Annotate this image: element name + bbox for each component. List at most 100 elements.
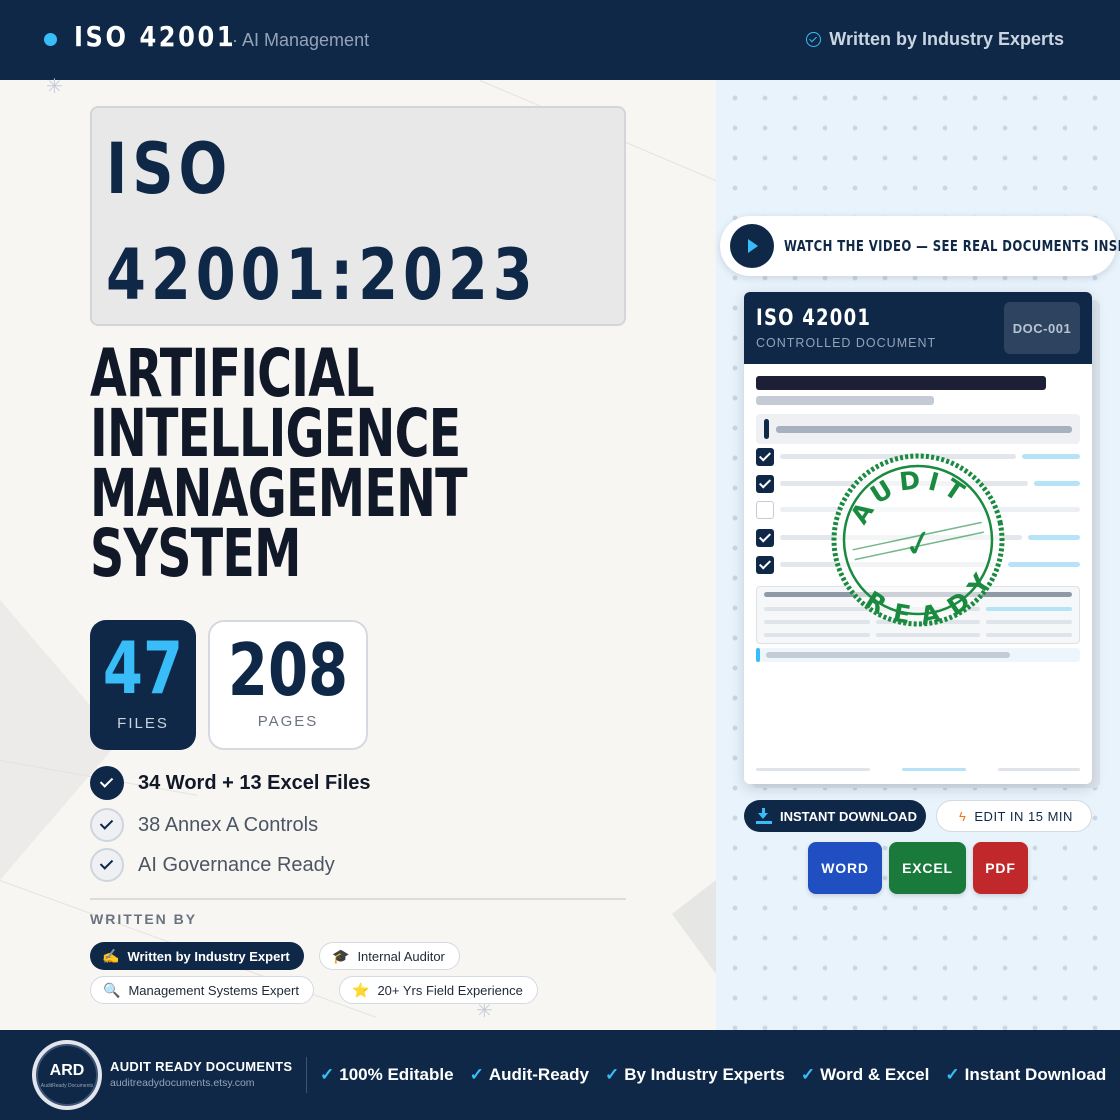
feature-item: 34 Word + 13 Excel Files: [90, 766, 371, 800]
edit-time-label: EDIT IN 15 MIN: [974, 808, 1073, 824]
checklist-checkbox: [756, 556, 774, 574]
divider: [90, 898, 626, 900]
pages-label: PAGES: [257, 713, 319, 730]
files-stat-card: 47 FILES: [90, 620, 196, 750]
feature-item: 38 Annex A Controls: [90, 808, 318, 842]
check-icon: [90, 848, 124, 882]
placeholder-line: [1034, 481, 1080, 486]
footer-feature: ✓ By Industry Experts: [604, 1065, 785, 1084]
document-subtitle: CONTROLLED DOCUMENT: [756, 336, 937, 350]
watch-video-button[interactable]: WATCH THE VIDEO — SEE REAL DOCUMENTS INS…: [720, 216, 1120, 276]
lightning-icon: ϟ: [959, 808, 967, 824]
pages-count: 208: [227, 628, 349, 712]
auditor-chip: 🎓 Internal Auditor: [319, 942, 460, 970]
placeholder-line: [1028, 535, 1080, 540]
placeholder-accent: [756, 648, 760, 662]
graduation-cap-icon: 🎓: [332, 947, 350, 964]
systems-expert-chip: 🔍 Management Systems Expert: [90, 976, 314, 1004]
iso-title-line2: 42001:2023: [106, 234, 538, 316]
pdf-format-badge: PDF: [973, 842, 1028, 894]
check-icon: [90, 766, 124, 800]
placeholder-accent: [764, 419, 769, 439]
logo-small-text: AuditReady Documents: [40, 1083, 94, 1089]
document-header: ISO 42001 CONTROLLED DOCUMENT DOC-001: [744, 292, 1092, 364]
placeholder-line: [756, 396, 934, 405]
decorative-triangle: [672, 880, 716, 974]
instant-download-button[interactable]: INSTANT DOWNLOAD: [744, 800, 926, 832]
footer-brand: AUDIT READY DOCUMENTS: [110, 1059, 293, 1074]
placeholder-footer-line: [902, 768, 966, 771]
writing-hand-icon: ✍️: [102, 947, 120, 964]
header-badge-label: Written by Industry Experts: [829, 29, 1064, 49]
files-label: FILES: [117, 715, 169, 732]
audit-ready-stamp: AUDIT ✓ READY: [831, 453, 1006, 628]
chip-label: 20+ Yrs Field Experience: [377, 982, 523, 998]
expert-chip: ✍️ Written by Industry Expert: [90, 942, 304, 970]
checklist-checkbox: [756, 501, 774, 519]
document-title: ISO 42001: [756, 306, 872, 331]
placeholder-line: [1008, 562, 1080, 567]
iso-title-box: ISO 42001:2023: [90, 106, 626, 326]
footer-separator: [306, 1057, 307, 1093]
placeholder-line: [876, 633, 980, 637]
magnifier-icon: 🔍: [103, 981, 121, 998]
placeholder-footer-line: [998, 768, 1080, 771]
chip-label: Management Systems Expert: [128, 982, 299, 998]
placeholder-line: [986, 633, 1072, 637]
edit-time-badge: ϟ EDIT IN 15 MIN: [936, 800, 1092, 832]
check-icon: ✓: [800, 1065, 816, 1084]
footer-features: ✓ 100% Editable ✓ Audit-Ready ✓ By Industry…: [320, 1065, 1106, 1085]
feature-text: 38 Annex A Controls: [138, 813, 319, 836]
chip-label: Internal Auditor: [357, 948, 445, 964]
chip-label: Written by Industry Expert: [127, 948, 290, 964]
placeholder-line: [764, 633, 870, 637]
play-icon: [730, 224, 774, 268]
placeholder-heading: [756, 376, 1046, 390]
placeholder-line: [766, 652, 1010, 658]
checklist-checkbox: [756, 475, 774, 493]
check-icon: ✓: [469, 1065, 484, 1084]
watch-video-label: WATCH THE VIDEO — SEE REAL DOCUMENTS INS…: [784, 237, 1120, 255]
placeholder-line: [776, 426, 1072, 433]
header-badge: Written by Industry Experts: [806, 29, 1064, 50]
footer-feature: ✓ Instant Download: [945, 1065, 1107, 1084]
document-id-badge: DOC-001: [1004, 302, 1080, 354]
check-icon: ✓: [604, 1065, 620, 1084]
check-icon: [90, 808, 124, 842]
footer: ARD AuditReady Documents AUDIT READY DOC…: [0, 1030, 1120, 1120]
instant-download-label: INSTANT DOWNLOAD: [780, 808, 917, 824]
main-heading-line: SYSTEM: [90, 515, 301, 592]
experience-chip: ⭐ 20+ Yrs Field Experience: [339, 976, 538, 1004]
logo-badge: ARD AuditReady Documents: [36, 1044, 98, 1106]
footer-feature: ✓ Word & Excel: [800, 1065, 930, 1084]
iso-title-line1: ISO: [106, 128, 233, 210]
download-icon: [756, 808, 772, 824]
pages-stat-card: 208 PAGES: [208, 620, 368, 750]
header-brand: ISO 42001: [74, 20, 237, 53]
excel-format-badge: EXCEL: [889, 842, 966, 894]
check-circle-icon: [806, 32, 822, 47]
sparkle-icon: ✳: [46, 76, 63, 98]
written-by-label: WRITTEN BY: [90, 911, 198, 927]
placeholder-line: [1022, 454, 1080, 459]
feature-text: AI Governance Ready: [138, 853, 335, 876]
check-icon: ✓: [945, 1065, 960, 1084]
brand-logo: ARD AuditReady Documents: [32, 1040, 102, 1110]
placeholder-footer-line: [756, 768, 870, 771]
footer-feature: ✓ Audit-Ready: [469, 1065, 589, 1084]
checklist-checkbox: [756, 448, 774, 466]
status-dot-icon: [44, 33, 57, 46]
word-format-badge: WORD: [808, 842, 882, 894]
check-icon: ✓: [320, 1065, 335, 1084]
logo-text: ARD: [49, 1062, 85, 1079]
star-icon: ⭐: [352, 981, 370, 998]
files-count: 47: [102, 626, 184, 710]
main-heading: ARTIFICIAL INTELLIGENCE MANAGEMENT SYSTE…: [90, 341, 650, 592]
header-subtitle: · AI Management: [232, 30, 370, 50]
footer-feature: ✓ 100% Editable: [320, 1065, 454, 1084]
feature-item: AI Governance Ready: [90, 848, 335, 882]
footer-url[interactable]: auditreadydocuments.etsy.com: [110, 1077, 255, 1089]
feature-text: 34 Word + 13 Excel Files: [138, 771, 371, 794]
top-header: ISO 42001 · AI Management Written by Ind…: [0, 0, 1120, 80]
checklist-checkbox: [756, 529, 774, 547]
